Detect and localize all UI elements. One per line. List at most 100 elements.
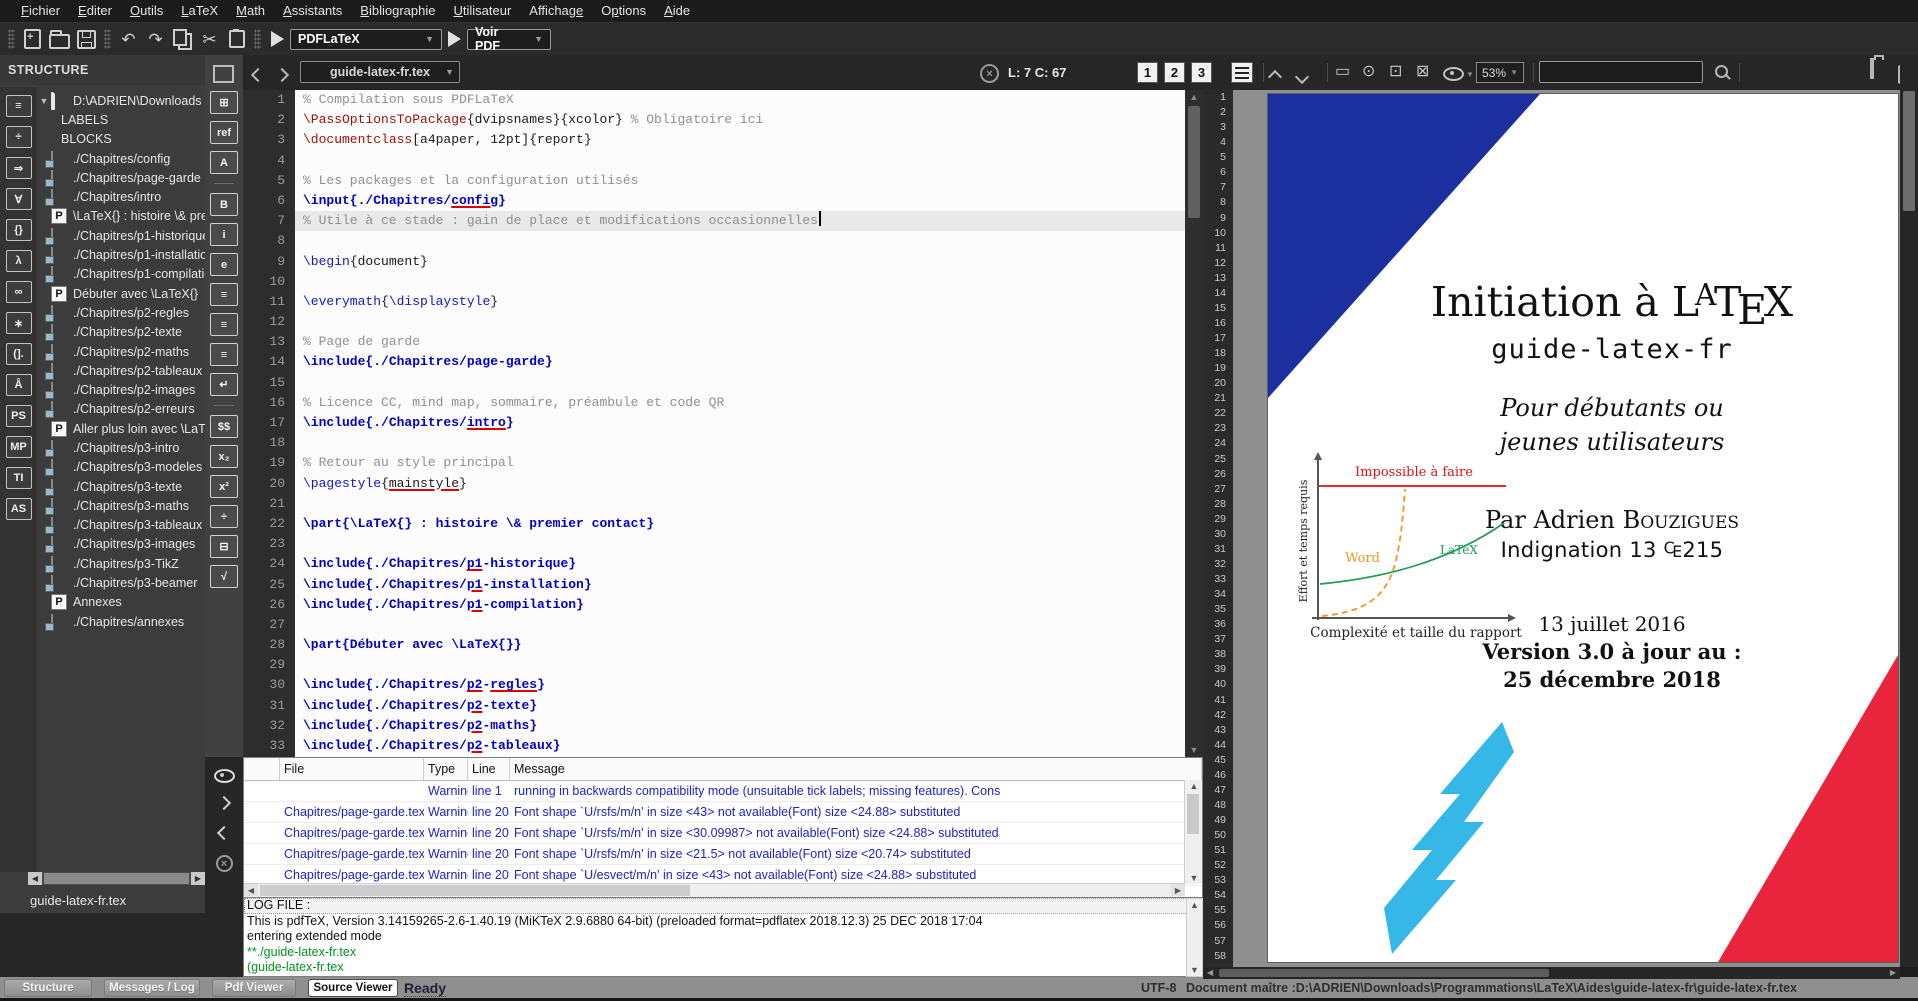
pdf-page-number[interactable]: 12 <box>1203 256 1233 271</box>
structure-tree-item[interactable]: ./Chapitres/p3-beamer <box>37 573 205 592</box>
structure-tree-item[interactable]: P\LaTeX{} : histoire \& premier contact <box>37 207 205 226</box>
scrollbar-thumb[interactable] <box>260 885 690 896</box>
structure-tree-item[interactable]: PAller plus loin avec \LaTeX{} <box>37 419 205 438</box>
pdf-page-number[interactable]: 51 <box>1203 843 1233 858</box>
structure-tree-item[interactable]: ./Chapitres/p1-compilation <box>37 265 205 284</box>
structure-tree-item[interactable]: ./Chapitres/p1-historique <box>37 226 205 245</box>
scroll-left-icon[interactable]: ◀ <box>28 872 42 885</box>
structure-tree-item[interactable]: LABELS <box>37 110 205 129</box>
nav-forward-icon[interactable] <box>277 67 287 85</box>
pdf-page-number[interactable]: 26 <box>1203 467 1233 482</box>
pstricks-tab[interactable]: PS <box>6 405 32 427</box>
toolbar-grip[interactable] <box>254 29 261 49</box>
message-row[interactable]: Chapitres/page-garde.texWarningline 20Fo… <box>244 823 1202 844</box>
menu-editer[interactable]: Editer <box>69 0 121 22</box>
pdf-page-number[interactable]: 29 <box>1203 512 1233 527</box>
dfrac-icon[interactable]: ⊟ <box>210 535 238 558</box>
close-panel-icon[interactable]: × <box>216 855 233 872</box>
fit-page-icon[interactable]: ▭ <box>1335 64 1350 80</box>
collapse-icon[interactable]: ▼ <box>37 96 51 106</box>
pdf-page-number[interactable]: 3 <box>1203 120 1233 135</box>
scrollbar-thumb[interactable] <box>1219 969 1549 977</box>
paste-icon[interactable] <box>223 27 250 52</box>
pdf-page-number[interactable]: 21 <box>1203 391 1233 406</box>
structure-tree-item[interactable]: ./Chapitres/p3-maths <box>37 496 205 515</box>
description-icon[interactable]: ≡ <box>210 343 238 366</box>
menu-affichage[interactable]: Affichage <box>520 0 592 22</box>
pdf-page-number[interactable]: 7 <box>1203 180 1233 195</box>
message-row[interactable]: Chapitres/page-garde.texWarningline 20Fo… <box>244 844 1202 865</box>
scroll-right-icon[interactable]: ▶ <box>1171 884 1185 896</box>
structure-tree-item[interactable]: ./Chapitres/p3-texte <box>37 477 205 496</box>
fullscreen-icon[interactable]: ⊠ <box>1416 64 1429 80</box>
pdf-page-number[interactable]: 54 <box>1203 888 1233 903</box>
structure-tree-item[interactable]: ./Chapitres/p3-images <box>37 535 205 554</box>
toolbar-grip[interactable] <box>104 29 111 49</box>
special-chars-tab[interactable]: ∗ <box>6 312 32 334</box>
new-document-icon[interactable]: + <box>19 27 46 52</box>
log-vertical-scrollbar[interactable]: ▲ ▼ <box>1186 898 1203 977</box>
pdf-page-number[interactable]: 56 <box>1203 918 1233 933</box>
structure-tree-item[interactable]: ./Chapitres/p3-tableaux <box>37 516 205 535</box>
dock-panel-icon[interactable] <box>213 65 234 83</box>
statusbar-messages-log-button[interactable]: Messages / Log <box>104 979 200 997</box>
bold-icon[interactable]: B <box>210 193 238 216</box>
pdf-page-number[interactable]: 48 <box>1203 798 1233 813</box>
structure-tree-item[interactable]: ./Chapitres/intro <box>37 187 205 206</box>
menu-utilisateur[interactable]: Utilisateur <box>444 0 520 22</box>
structure-tree-item[interactable]: ./Chapitres/p2-erreurs <box>37 400 205 419</box>
menu-aide[interactable]: Aide <box>655 0 699 22</box>
pdf-page-number[interactable]: 20 <box>1203 376 1233 391</box>
pdf-page-number[interactable]: 31 <box>1203 542 1233 557</box>
italic-icon[interactable]: i <box>210 223 238 246</box>
messages-vertical-scrollbar[interactable]: ▲ ▼ <box>1184 780 1202 884</box>
pdf-page-number[interactable]: 49 <box>1203 813 1233 828</box>
statusbar-source-viewer-button[interactable]: Source Viewer <box>308 979 398 997</box>
itemize-icon[interactable]: ≡ <box>210 283 238 306</box>
pdf-page-number[interactable]: 8 <box>1203 195 1233 210</box>
pdf-page-number[interactable]: 36 <box>1203 617 1233 632</box>
delimiters-tab[interactable]: {} <box>6 219 32 241</box>
structure-tree-item[interactable]: ./Chapitres/p3-intro <box>37 438 205 457</box>
pdf-vertical-scrollbar[interactable] <box>1900 55 1918 967</box>
structure-tree-item[interactable]: ./Chapitres/p1-installation <box>37 245 205 264</box>
pdf-page-number[interactable]: 34 <box>1203 587 1233 602</box>
structure-tree-item[interactable]: ./Chapitres/p2-tableaux <box>37 361 205 380</box>
goto-next-icon[interactable] <box>1297 69 1307 87</box>
scrollbar-thumb[interactable] <box>1187 794 1199 834</box>
scroll-down-icon[interactable]: ▼ <box>1187 965 1202 975</box>
pdf-page-number[interactable]: 45 <box>1203 753 1233 768</box>
ref-icon[interactable]: ref <box>210 121 238 144</box>
pdf-page-number[interactable]: 42 <box>1203 708 1233 723</box>
toolbar-grip[interactable] <box>8 29 15 49</box>
pdf-page-number[interactable]: 9 <box>1203 211 1233 226</box>
presentation-eye-icon[interactable]: ▼ <box>1443 67 1474 81</box>
pdf-page-number[interactable]: 18 <box>1203 346 1233 361</box>
menu-outils[interactable]: Outils <box>121 0 172 22</box>
structure-tree-item[interactable]: ./Chapitres/p2-texte <box>37 323 205 342</box>
open-file-item[interactable]: guide-latex-fr.tex <box>30 893 126 908</box>
pdf-page-number[interactable]: 37 <box>1203 632 1233 647</box>
structure-tree-item[interactable]: ./Chapitres/p2-maths <box>37 342 205 361</box>
scroll-down-icon[interactable]: ▼ <box>1185 745 1203 755</box>
label-icon[interactable]: ⊞ <box>210 91 238 114</box>
scroll-left-icon[interactable]: ◀ <box>244 884 258 896</box>
greek-tab[interactable]: λ <box>6 250 32 272</box>
scroll-right-icon[interactable]: ▶ <box>1890 968 1896 977</box>
superscript-icon[interactable]: x² <box>210 475 238 498</box>
pdf-page-number[interactable]: 11 <box>1203 241 1233 256</box>
open-file-select[interactable]: guide-latex-fr.tex ▼ <box>300 61 460 83</box>
structure-tree-item[interactable]: ./Chapitres/annexes <box>37 612 205 631</box>
pdf-page-number[interactable]: 1 <box>1203 90 1233 105</box>
misc-symbols-tab[interactable]: ∀ <box>6 188 32 210</box>
show-log-eye-icon[interactable] <box>214 769 235 783</box>
bookmark-1-button[interactable]: 1 <box>1137 62 1158 83</box>
enumerate-icon[interactable]: ≡ <box>210 313 238 336</box>
menu-options[interactable]: Options <box>592 0 655 22</box>
pdf-page-number[interactable]: 32 <box>1203 557 1233 572</box>
pdf-page-number[interactable]: 15 <box>1203 301 1233 316</box>
asymptote-tab[interactable]: AS <box>6 498 32 520</box>
scroll-left-icon[interactable]: ◀ <box>1207 968 1213 977</box>
misc-math-tab[interactable]: ∞ <box>6 281 32 303</box>
marquee-zoom-icon[interactable]: ⊙ <box>1362 64 1375 80</box>
